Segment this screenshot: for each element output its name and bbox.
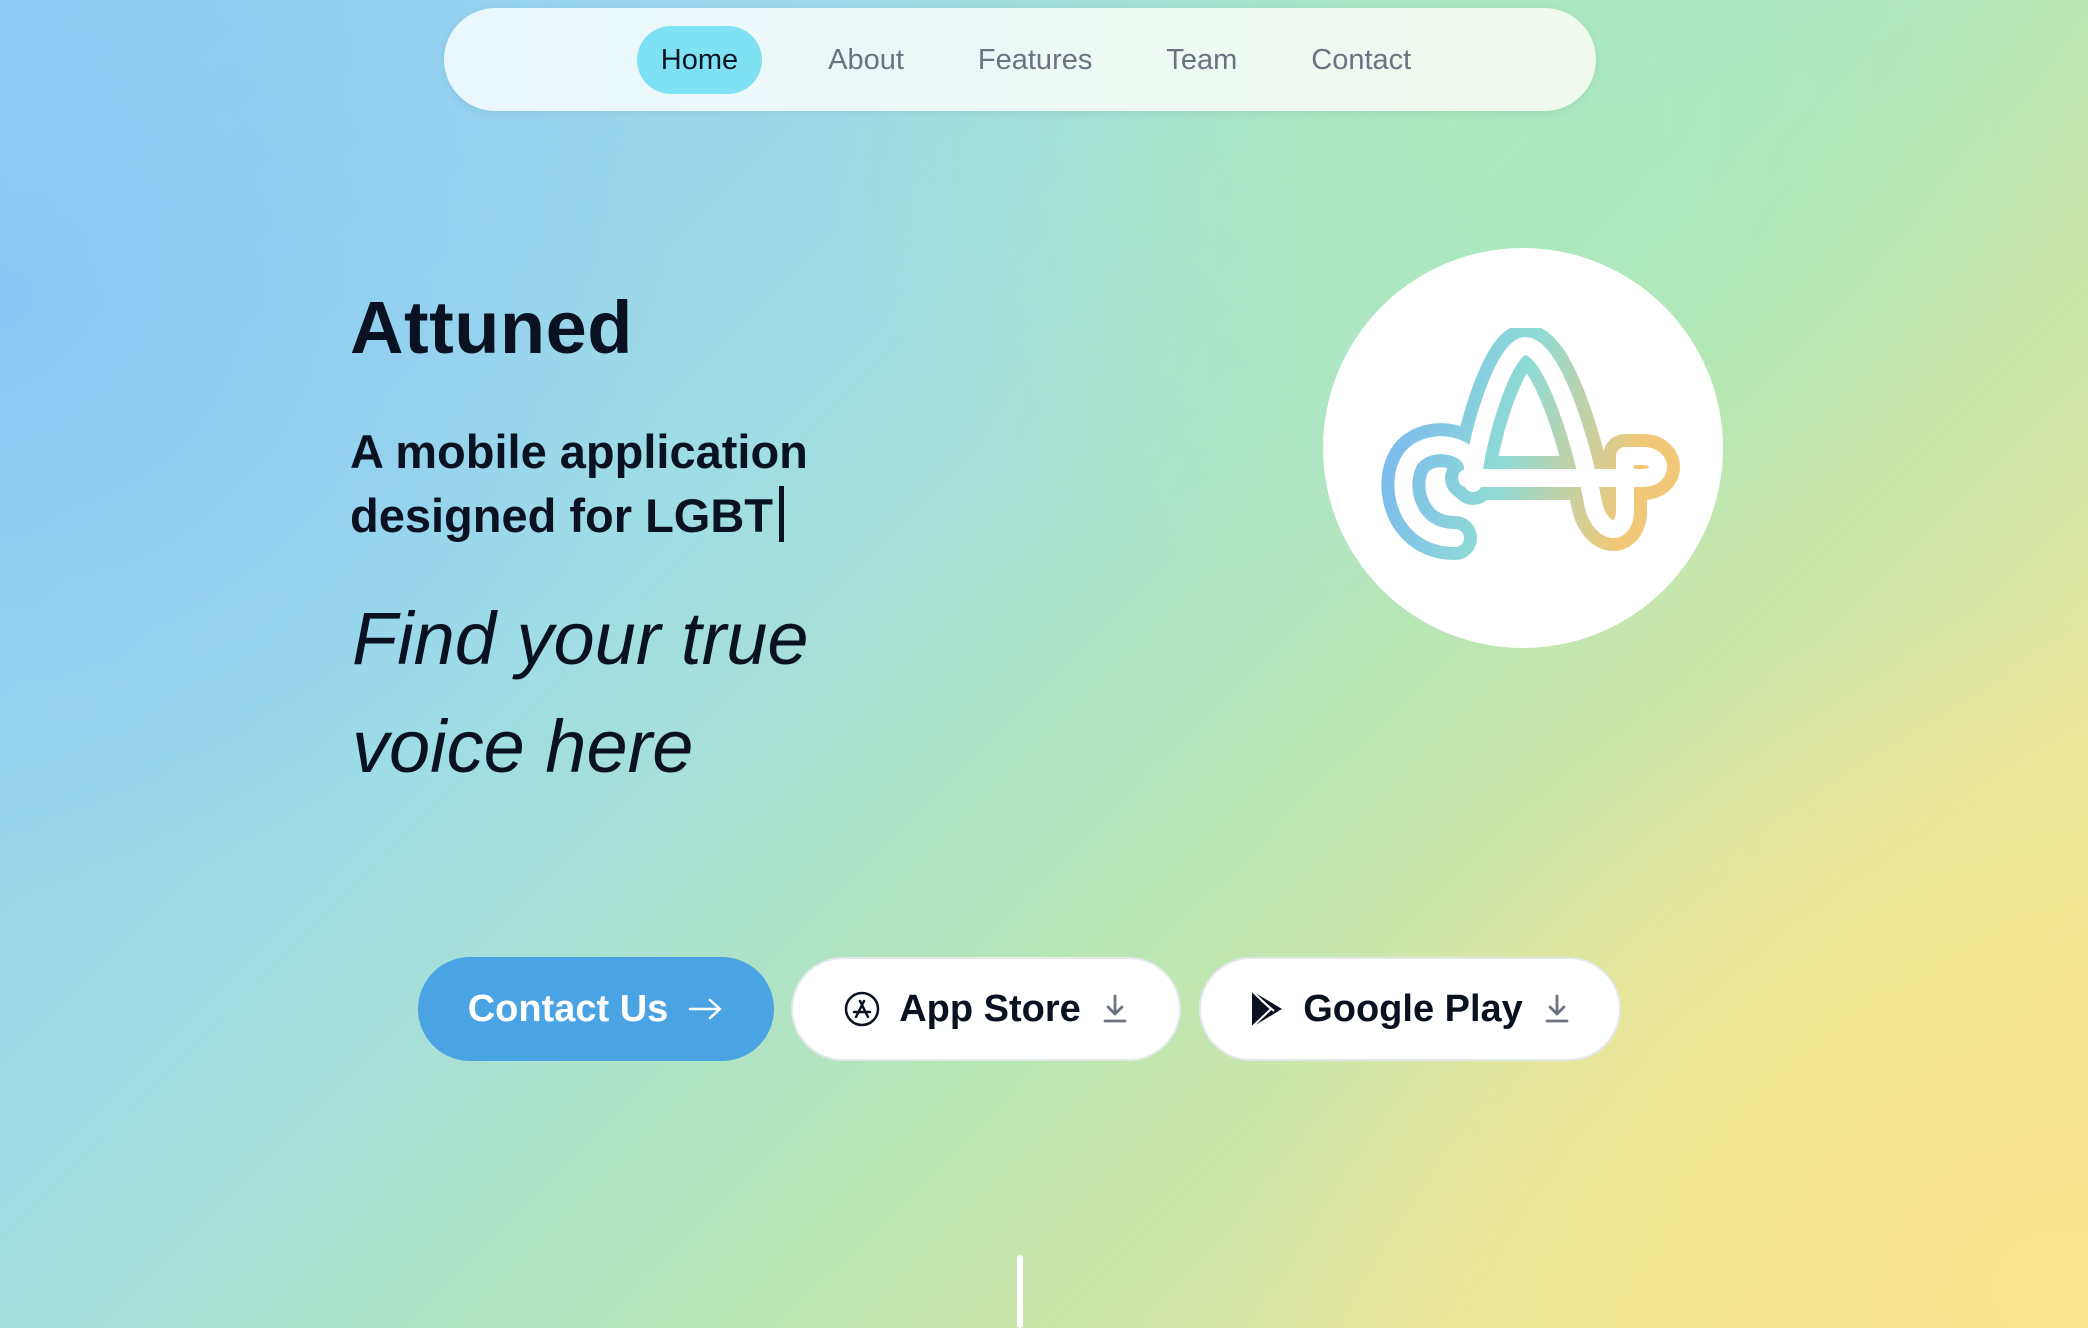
typing-cursor [779,486,784,542]
nav-item-about[interactable]: About [796,26,936,94]
download-icon [1101,993,1129,1025]
app-store-icon [843,990,881,1028]
google-play-button[interactable]: Google Play [1199,957,1621,1061]
app-logo [1323,248,1723,648]
app-store-label: App Store [899,987,1081,1030]
google-play-label: Google Play [1303,987,1523,1030]
nav-item-team[interactable]: Team [1134,26,1269,94]
hero-subtitle-text: A mobile application designed for LGBT [350,425,808,542]
attuned-logo-icon [1381,328,1680,560]
hero-tagline: Find your true voice here [352,597,809,788]
nav-item-contact[interactable]: Contact [1279,26,1443,94]
hero-title: Attuned [350,286,633,369]
google-play-icon [1249,989,1285,1029]
hero-subtitle: A mobile application designed for LGBT [350,420,910,548]
nav-item-home[interactable]: Home [636,25,763,94]
contact-us-button[interactable]: Contact Us [418,957,774,1061]
download-icon [1543,993,1571,1025]
arrow-right-icon [688,997,724,1021]
scroll-indicator [1017,1255,1023,1328]
top-nav: Home About Features Team Contact [444,8,1596,111]
app-store-button[interactable]: App Store [791,957,1181,1061]
contact-us-label: Contact Us [467,987,669,1030]
nav-item-features[interactable]: Features [946,26,1124,94]
